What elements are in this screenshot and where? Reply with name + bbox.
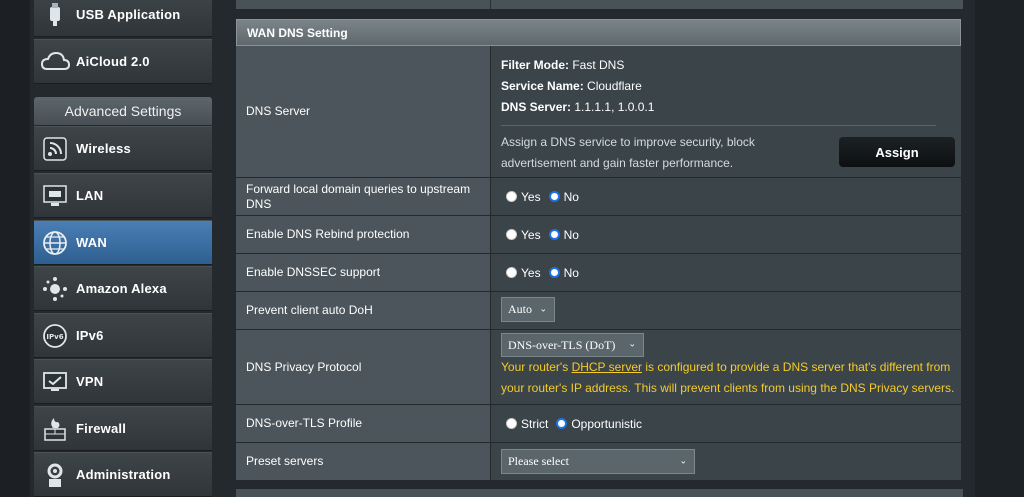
sidebar-item-wireless[interactable]: Wireless xyxy=(34,126,212,171)
dot-opportunistic-radio[interactable]: Opportunistic xyxy=(556,417,642,431)
prevent-doh-select[interactable]: Auto ⌄ xyxy=(501,297,555,322)
sidebar-item-firewall[interactable]: Firewall xyxy=(34,406,212,451)
sidebar-item-ipv6[interactable]: IPv6 IPv6 xyxy=(34,313,212,358)
dns-rebind-no-radio[interactable]: No xyxy=(548,228,579,242)
prevent-doh-label: Prevent client auto DoH xyxy=(236,292,490,329)
dnssec-label: Enable DNSSEC support xyxy=(236,254,490,291)
forward-local-no-radio[interactable]: No xyxy=(548,190,579,204)
dot-profile-label: DNS-over-TLS Profile xyxy=(236,405,490,442)
service-name-value: Cloudflare xyxy=(583,79,642,93)
sidebar-item-label: Administration xyxy=(76,467,171,482)
dnssec-row: Enable DNSSEC support Yes No xyxy=(236,254,961,292)
right-frame xyxy=(975,0,1024,497)
previous-section-stub xyxy=(236,0,963,9)
dns-rebind-radio-group: Yes No xyxy=(506,216,587,253)
administration-icon xyxy=(40,460,70,490)
sidebar-item-label: WAN xyxy=(76,235,107,250)
dns-rebind-row: Enable DNS Rebind protection Yes No xyxy=(236,216,961,254)
sidebar-item-wan[interactable]: WAN xyxy=(34,220,212,265)
dot-profile-radio-group: Strict Opportunistic xyxy=(506,405,650,442)
filter-mode-value: Fast DNS xyxy=(569,58,625,72)
chevron-down-icon: ⌄ xyxy=(539,304,547,314)
dhcp-warning: Your router's DHCP server is configured … xyxy=(501,360,955,395)
dns-server-key: DNS Server: xyxy=(501,100,572,114)
alexa-icon xyxy=(40,274,70,304)
dns-rebind-label: Enable DNS Rebind protection xyxy=(236,216,490,253)
sidebar-item-aicloud[interactable]: AiCloud 2.0 xyxy=(34,39,212,84)
left-frame xyxy=(0,0,30,497)
next-section-stub xyxy=(236,489,963,497)
sidebar-item-label: IPv6 xyxy=(76,328,104,343)
sidebar-item-label: VPN xyxy=(76,374,104,389)
preset-servers-row: Preset servers Please select ⌄ xyxy=(236,443,961,481)
forward-local-label: Forward local domain queries to upstream… xyxy=(236,178,490,215)
section-title: WAN DNS Setting xyxy=(236,19,961,46)
sidebar-item-label: Wireless xyxy=(76,141,131,156)
sidebar: USB Application AiCloud 2.0 Advanced Set… xyxy=(30,0,216,497)
advanced-settings-header: Advanced Settings xyxy=(34,97,212,125)
forward-local-yes-radio[interactable]: Yes xyxy=(506,190,541,204)
dns-rebind-yes-radio[interactable]: Yes xyxy=(506,228,541,242)
firewall-icon xyxy=(40,414,70,444)
filter-mode-key: Filter Mode: xyxy=(501,58,569,72)
sidebar-item-label: LAN xyxy=(76,188,104,203)
dns-server-label: DNS Server xyxy=(236,46,490,177)
cloud-icon xyxy=(40,47,70,77)
dot-profile-row: DNS-over-TLS Profile Strict Opportunisti… xyxy=(236,405,961,443)
wireless-icon xyxy=(40,134,70,164)
privacy-protocol-select[interactable]: DNS-over-TLS (DoT) ⌄ xyxy=(501,333,644,357)
sidebar-item-label: Firewall xyxy=(76,421,127,436)
chevron-down-icon: ⌄ xyxy=(679,456,687,466)
svg-text:IPv6: IPv6 xyxy=(46,333,63,341)
sidebar-item-label: AiCloud 2.0 xyxy=(76,54,150,69)
sidebar-item-lan[interactable]: LAN xyxy=(34,173,212,218)
sidebar-item-vpn[interactable]: VPN xyxy=(34,359,212,404)
vpn-icon xyxy=(40,367,70,397)
dnssec-no-radio[interactable]: No xyxy=(548,266,579,280)
forward-local-row: Forward local domain queries to upstream… xyxy=(236,178,961,216)
dns-info: Filter Mode: Fast DNS Service Name: Clou… xyxy=(501,55,654,118)
forward-local-radio-group: Yes No xyxy=(506,178,587,215)
dns-server-ips: 1.1.1.1, 1.0.0.1 xyxy=(571,100,655,114)
dot-strict-radio[interactable]: Strict xyxy=(506,417,548,431)
ipv6-icon: IPv6 xyxy=(40,321,70,351)
usb-icon xyxy=(40,0,70,30)
dnssec-radio-group: Yes No xyxy=(506,254,587,291)
chevron-down-icon: ⌄ xyxy=(628,339,636,350)
sidebar-item-usb-application[interactable]: USB Application xyxy=(34,0,212,37)
sidebar-item-amazon-alexa[interactable]: Amazon Alexa xyxy=(34,266,212,311)
main-panel: WAN DNS Setting DNS Server Filter Mode: … xyxy=(236,0,963,497)
assign-description: Assign a DNS service to improve security… xyxy=(501,135,755,170)
lan-icon xyxy=(40,181,70,211)
preset-servers-label: Preset servers xyxy=(236,443,490,480)
dnssec-yes-radio[interactable]: Yes xyxy=(506,266,541,280)
service-name-key: Service Name: xyxy=(501,79,584,93)
privacy-protocol-label: DNS Privacy Protocol xyxy=(236,330,490,404)
divider xyxy=(501,125,936,126)
globe-icon xyxy=(40,228,70,258)
sidebar-item-label: Amazon Alexa xyxy=(76,281,167,296)
sidebar-item-label: USB Application xyxy=(76,7,181,22)
assign-button[interactable]: Assign xyxy=(838,136,956,168)
privacy-protocol-row: DNS Privacy Protocol DNS-over-TLS (DoT) ⌄… xyxy=(236,330,961,405)
preset-servers-select[interactable]: Please select ⌄ xyxy=(501,449,695,474)
prevent-doh-row: Prevent client auto DoH Auto ⌄ xyxy=(236,292,961,330)
dhcp-server-link[interactable]: DHCP server xyxy=(572,360,642,374)
sidebar-item-administration[interactable]: Administration xyxy=(34,452,212,497)
